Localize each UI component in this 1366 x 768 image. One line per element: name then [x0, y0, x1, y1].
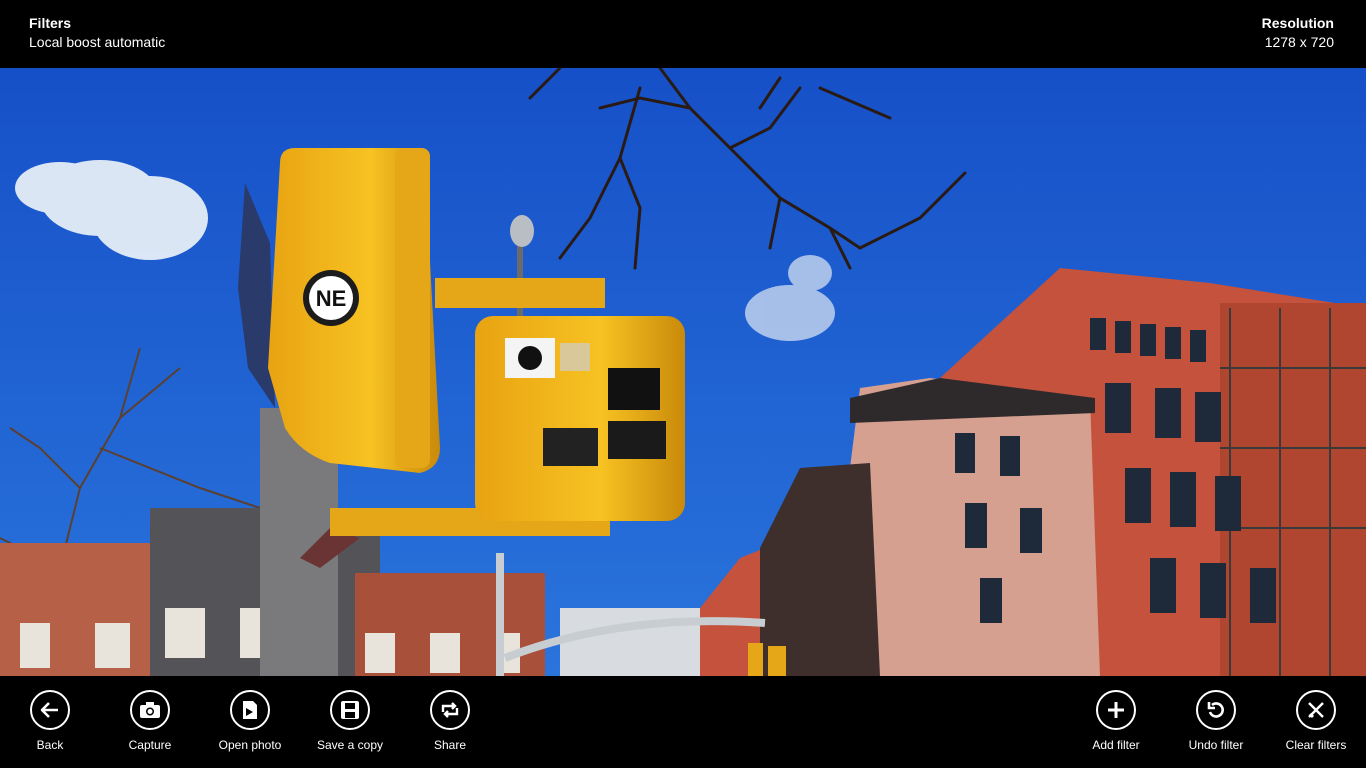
undo-filter-label: Undo filter — [1188, 738, 1244, 752]
save-icon — [330, 690, 370, 730]
add-filter-button[interactable]: Add filter — [1066, 690, 1166, 752]
add-filter-label: Add filter — [1092, 738, 1140, 752]
resolution-title: Resolution — [1261, 15, 1334, 31]
filters-subtitle: Local boost automatic — [29, 34, 166, 50]
clear-icon — [1296, 690, 1336, 730]
pedestrian-signal-right — [475, 316, 685, 521]
scaffold-building — [1220, 303, 1366, 676]
ne-sticker-text: NE — [316, 286, 347, 311]
share-label: Share — [433, 738, 467, 752]
photo-preview: NE — [0, 68, 1366, 676]
filters-title: Filters — [29, 15, 72, 31]
back-label: Back — [36, 738, 64, 752]
clear-filters-label: Clear filters — [1285, 738, 1347, 752]
plus-icon — [1096, 690, 1136, 730]
share-button[interactable]: Share — [400, 690, 500, 752]
signal-arm-top — [435, 278, 605, 308]
save-copy-button[interactable]: Save a copy — [300, 690, 400, 752]
resolution-info: Resolution 1278 x 720 — [1262, 14, 1334, 52]
back-button[interactable]: Back — [0, 690, 100, 752]
clear-filters-button[interactable]: Clear filters — [1266, 690, 1366, 752]
capture-label: Capture — [128, 738, 172, 752]
top-header: Filters Local boost automatic Resolution… — [0, 0, 1366, 68]
back-arrow-icon — [30, 690, 70, 730]
share-icon — [430, 690, 470, 730]
save-copy-label: Save a copy — [316, 738, 384, 752]
undo-icon — [1196, 690, 1236, 730]
filters-info: Filters Local boost automatic — [29, 14, 165, 52]
camera-icon — [130, 690, 170, 730]
capture-button[interactable]: Capture — [100, 690, 200, 752]
street-photo: NE — [0, 68, 1366, 676]
open-photo-icon — [230, 690, 270, 730]
resolution-value: 1278 x 720 — [1264, 34, 1334, 50]
app-bar: Back Capture Open photo Save a copy Shar… — [0, 676, 1366, 768]
open-photo-button[interactable]: Open photo — [200, 690, 300, 752]
undo-filter-button[interactable]: Undo filter — [1166, 690, 1266, 752]
open-photo-label: Open photo — [218, 738, 282, 752]
pedestrian-signal-left: NE — [268, 148, 440, 473]
